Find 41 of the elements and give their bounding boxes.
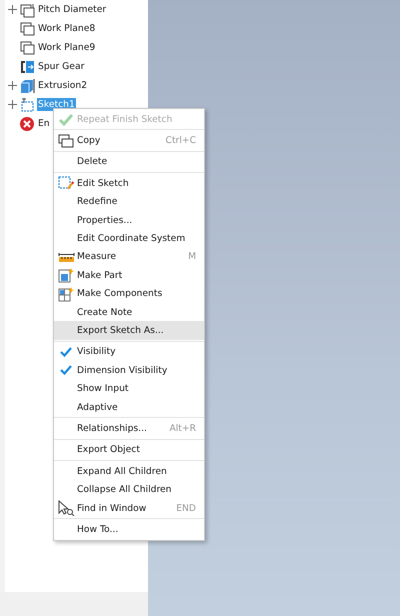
gear-generator-icon xyxy=(19,58,35,74)
menu-item[interactable]: Relationships... Alt+R xyxy=(54,419,204,438)
menu-item[interactable]: Make Part xyxy=(54,266,204,285)
sketch-pencil-icon xyxy=(58,175,74,192)
copy-icon xyxy=(58,132,74,149)
components-icon xyxy=(58,286,74,302)
menu-item[interactable]: Edit Sketch xyxy=(54,174,204,193)
menu-item[interactable]: Adaptive xyxy=(54,398,204,416)
menu-item[interactable]: Redefine xyxy=(54,192,204,211)
tree-item[interactable]: Spur Gear xyxy=(37,60,86,73)
menu-item[interactable]: Properties... xyxy=(54,210,204,230)
menu-item[interactable]: Collapse All Children xyxy=(54,480,204,499)
menu-item[interactable]: Find in Window END xyxy=(54,498,204,518)
menu-item[interactable]: How To... xyxy=(54,520,204,539)
error-icon xyxy=(19,116,35,132)
menu-item[interactable]: Visibility xyxy=(54,342,204,362)
cursor-search-icon xyxy=(58,500,74,516)
menu-item[interactable]: Expand All Children xyxy=(54,462,204,480)
menu-item[interactable]: Export Sketch As... xyxy=(54,321,204,340)
tree-item[interactable]: En xyxy=(37,117,51,130)
sketch-icon xyxy=(19,96,35,112)
checkmark-icon xyxy=(59,346,73,358)
checkmark-icon xyxy=(59,364,73,376)
extrusion-icon xyxy=(19,78,35,94)
menu-item[interactable]: Dimension Visibility xyxy=(54,361,204,380)
tree-item[interactable]: Pitch Diameter xyxy=(37,3,108,16)
menu-item[interactable]: Create Note xyxy=(54,302,204,322)
menu-item[interactable]: Copy Ctrl+C xyxy=(54,131,204,150)
menu-item[interactable]: Show Input xyxy=(54,379,204,398)
menu-item[interactable]: Edit Coordinate System xyxy=(54,229,204,248)
part-icon xyxy=(58,267,74,284)
menu-item[interactable]: Export Object xyxy=(54,440,204,460)
work-plane-icon xyxy=(19,40,35,56)
tree-item[interactable]: Extrusion2 xyxy=(37,79,88,92)
tree-item[interactable]: Work Plane8 xyxy=(37,22,96,35)
tree-item[interactable]: Work Plane9 xyxy=(37,41,96,54)
menu-item[interactable]: Delete xyxy=(54,152,204,172)
menu-item[interactable]: Measure M xyxy=(54,248,204,266)
menu-item[interactable]: Make Components xyxy=(54,284,204,303)
work-plane-icon xyxy=(19,20,35,36)
checkmark-icon xyxy=(58,112,74,126)
